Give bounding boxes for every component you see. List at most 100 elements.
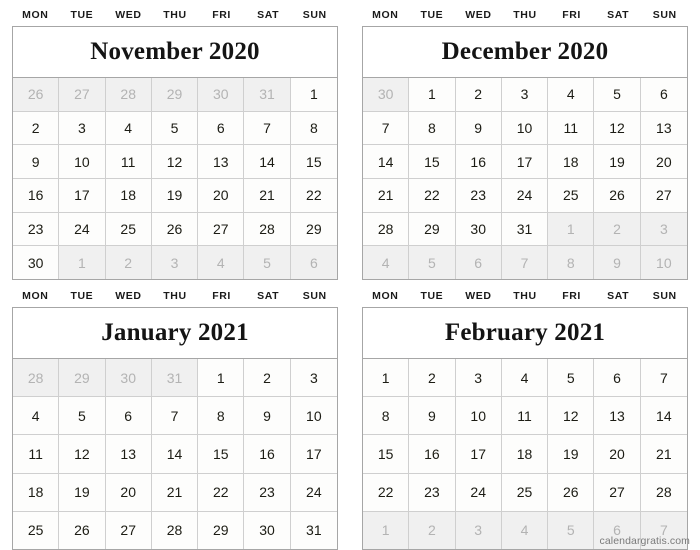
day-cell[interactable]: 23: [455, 179, 502, 212]
day-cell[interactable]: 12: [594, 111, 641, 145]
day-cell[interactable]: 13: [594, 397, 641, 435]
day-cell[interactable]: 10: [290, 397, 337, 435]
day-cell[interactable]: 24: [59, 212, 106, 246]
day-cell-adjacent-month[interactable]: 4: [363, 246, 410, 280]
day-cell[interactable]: 26: [548, 473, 595, 511]
day-cell-adjacent-month[interactable]: 1: [59, 246, 106, 280]
day-cell[interactable]: 4: [13, 397, 60, 435]
day-cell[interactable]: 14: [151, 435, 199, 473]
day-cell[interactable]: 26: [151, 212, 199, 246]
day-cell[interactable]: 1: [363, 359, 410, 397]
day-cell[interactable]: 11: [13, 435, 60, 473]
day-cell-adjacent-month[interactable]: 31: [244, 78, 291, 111]
day-cell[interactable]: 1: [409, 78, 456, 111]
day-cell[interactable]: 22: [198, 473, 245, 511]
day-cell[interactable]: 11: [548, 111, 595, 145]
day-cell[interactable]: 12: [59, 435, 106, 473]
day-cell-adjacent-month[interactable]: 10: [640, 246, 687, 280]
day-cell[interactable]: 20: [198, 179, 245, 212]
day-cell[interactable]: 8: [198, 397, 245, 435]
day-cell[interactable]: 14: [640, 397, 687, 435]
day-cell[interactable]: 28: [151, 511, 199, 550]
day-cell[interactable]: 20: [640, 145, 687, 179]
day-cell[interactable]: 18: [13, 473, 60, 511]
day-cell[interactable]: 25: [13, 511, 60, 550]
day-cell[interactable]: 30: [244, 511, 291, 550]
day-cell[interactable]: 26: [59, 511, 106, 550]
day-cell[interactable]: 1: [198, 359, 245, 397]
day-cell[interactable]: 14: [244, 145, 291, 179]
day-cell[interactable]: 29: [198, 511, 245, 550]
day-cell[interactable]: 3: [501, 78, 549, 111]
day-cell-adjacent-month[interactable]: 31: [151, 359, 199, 397]
day-cell[interactable]: 14: [363, 145, 410, 179]
day-cell[interactable]: 5: [594, 78, 641, 111]
day-cell[interactable]: 24: [455, 473, 502, 511]
day-cell-adjacent-month[interactable]: 30: [363, 78, 410, 111]
day-cell[interactable]: 7: [363, 111, 410, 145]
day-cell[interactable]: 18: [548, 145, 595, 179]
day-cell[interactable]: 27: [198, 212, 245, 246]
day-cell-adjacent-month[interactable]: 1: [548, 212, 595, 246]
day-cell[interactable]: 19: [59, 473, 106, 511]
day-cell[interactable]: 5: [548, 359, 595, 397]
day-cell[interactable]: 6: [594, 359, 641, 397]
day-cell[interactable]: 29: [409, 212, 456, 246]
day-cell[interactable]: 16: [13, 179, 60, 212]
day-cell[interactable]: 5: [59, 397, 106, 435]
day-cell[interactable]: 2: [13, 111, 60, 145]
day-cell[interactable]: 27: [105, 511, 152, 550]
day-cell-adjacent-month[interactable]: 5: [409, 246, 456, 280]
day-cell[interactable]: 20: [105, 473, 152, 511]
day-cell[interactable]: 21: [363, 179, 410, 212]
day-cell[interactable]: 18: [501, 435, 549, 473]
day-cell-adjacent-month[interactable]: 29: [151, 78, 199, 111]
day-cell[interactable]: 15: [363, 435, 410, 473]
day-cell[interactable]: 23: [244, 473, 291, 511]
day-cell[interactable]: 3: [290, 359, 337, 397]
day-cell[interactable]: 16: [244, 435, 291, 473]
day-cell[interactable]: 2: [244, 359, 291, 397]
day-cell[interactable]: 8: [363, 397, 410, 435]
day-cell-adjacent-month[interactable]: 3: [151, 246, 199, 280]
day-cell[interactable]: 15: [409, 145, 456, 179]
day-cell-adjacent-month[interactable]: 29: [59, 359, 106, 397]
day-cell[interactable]: 28: [363, 212, 410, 246]
day-cell-adjacent-month[interactable]: 3: [455, 511, 502, 550]
day-cell[interactable]: 17: [59, 179, 106, 212]
day-cell[interactable]: 30: [455, 212, 502, 246]
day-cell-adjacent-month[interactable]: 30: [105, 359, 152, 397]
day-cell[interactable]: 31: [290, 511, 337, 550]
day-cell[interactable]: 2: [455, 78, 502, 111]
day-cell[interactable]: 13: [198, 145, 245, 179]
day-cell[interactable]: 10: [501, 111, 549, 145]
day-cell-adjacent-month[interactable]: 2: [409, 511, 456, 550]
day-cell[interactable]: 21: [244, 179, 291, 212]
day-cell[interactable]: 24: [501, 179, 549, 212]
day-cell[interactable]: 30: [13, 246, 60, 280]
day-cell-adjacent-month[interactable]: 26: [13, 78, 60, 111]
day-cell[interactable]: 19: [548, 435, 595, 473]
day-cell[interactable]: 11: [501, 397, 549, 435]
day-cell[interactable]: 10: [59, 145, 106, 179]
day-cell-adjacent-month[interactable]: 28: [13, 359, 60, 397]
day-cell[interactable]: 1: [290, 78, 337, 111]
day-cell[interactable]: 6: [640, 78, 687, 111]
day-cell[interactable]: 21: [640, 435, 687, 473]
day-cell[interactable]: 17: [501, 145, 549, 179]
day-cell[interactable]: 8: [409, 111, 456, 145]
day-cell[interactable]: 23: [13, 212, 60, 246]
day-cell-adjacent-month[interactable]: 5: [244, 246, 291, 280]
day-cell[interactable]: 22: [290, 179, 337, 212]
day-cell[interactable]: 3: [455, 359, 502, 397]
day-cell[interactable]: 6: [105, 397, 152, 435]
day-cell[interactable]: 19: [594, 145, 641, 179]
day-cell[interactable]: 26: [594, 179, 641, 212]
day-cell[interactable]: 25: [501, 473, 549, 511]
day-cell[interactable]: 12: [151, 145, 199, 179]
day-cell[interactable]: 15: [290, 145, 337, 179]
day-cell-adjacent-month[interactable]: 8: [548, 246, 595, 280]
day-cell[interactable]: 22: [409, 179, 456, 212]
day-cell[interactable]: 17: [290, 435, 337, 473]
day-cell[interactable]: 8: [290, 111, 337, 145]
